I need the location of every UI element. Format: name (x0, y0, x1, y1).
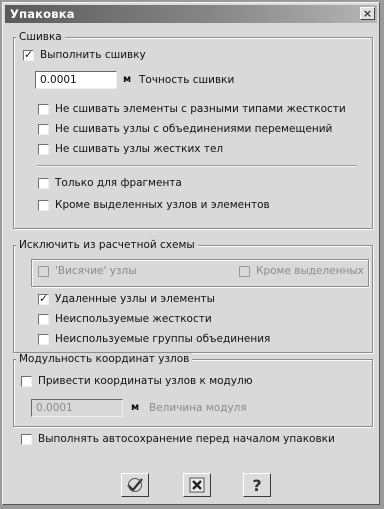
close-button[interactable]: × (360, 7, 375, 20)
hanging-except-selected-checkbox[interactable] (239, 265, 250, 277)
rigid-bodies-checkbox[interactable] (38, 143, 49, 155)
unused-groups-row[interactable]: Неиспользуемые группы объединения (38, 333, 270, 345)
stitching-legend: Сшивка (16, 31, 65, 43)
autosave-label: Выполнять автосохранение перед началом у… (38, 433, 335, 445)
bring-modulus-row[interactable]: Привести координаты узлов к модулю (21, 375, 253, 387)
unused-stiffness-label: Неиспользуемые жесткости (55, 313, 212, 325)
displacement-unions-label: Не сшивать узлы с объединениями перемеще… (55, 123, 333, 135)
hanging-except-selected-label: Кроме выделенных (256, 265, 364, 277)
rigid-bodies-label: Не сшивать узлы жестких тел (55, 143, 224, 155)
option-row-displacement-unions[interactable]: Не сшивать узлы с объединениями перемеще… (38, 123, 332, 135)
modulus-input[interactable]: 0.0001 (31, 399, 123, 417)
perform-stitching-label: Выполнить сшивку (40, 49, 146, 61)
tolerance-unit: м (123, 74, 132, 85)
unused-stiffness-row[interactable]: Неиспользуемые жесткости (38, 313, 212, 325)
autosave-row[interactable]: Выполнять автосохранение перед началом у… (21, 433, 335, 445)
help-button[interactable]: ? (243, 473, 271, 497)
displacement-unions-checkbox[interactable] (38, 123, 49, 135)
perform-stitching-row[interactable]: Выполнить сшивку (23, 48, 146, 61)
except-selected-label: Кроме выделенных узлов и элементов (55, 199, 270, 211)
bring-modulus-label: Привести координаты узлов к модулю (38, 375, 253, 387)
perform-stitching-checkbox[interactable] (23, 48, 34, 61)
question-icon: ? (252, 475, 262, 495)
option-row-rigid-bodies[interactable]: Не сшивать узлы жестких тел (38, 143, 223, 155)
deleted-elements-row[interactable]: Удаленные узлы и элементы (38, 292, 215, 305)
unused-groups-label: Неиспользуемые группы объединения (55, 333, 271, 345)
autosave-checkbox[interactable] (21, 433, 32, 445)
close-icon: × (362, 7, 373, 20)
stitching-separator (37, 165, 357, 167)
unused-stiffness-checkbox[interactable] (38, 313, 49, 325)
title-bar: Упаковка × (5, 5, 377, 23)
different-stiffness-label: Не сшивать элементы с разными типами жес… (55, 103, 346, 115)
tolerance-label: Точность сшивки (139, 74, 235, 86)
window-title: Упаковка (10, 7, 75, 21)
fragment-only-label: Только для фрагмента (55, 177, 182, 189)
deleted-elements-checkbox[interactable] (38, 292, 49, 305)
ok-button[interactable] (121, 473, 149, 497)
bring-modulus-checkbox[interactable] (21, 375, 32, 387)
hanging-nodes-checkbox[interactable] (38, 265, 49, 277)
cross-icon (189, 477, 205, 493)
fragment-only-row[interactable]: Только для фрагмента (38, 177, 182, 189)
modulus-value-label: Величина модуля (149, 402, 247, 414)
except-selected-checkbox[interactable] (38, 199, 49, 211)
exclude-legend: Исключить из расчетной схемы (16, 239, 198, 251)
cancel-button[interactable] (183, 473, 211, 497)
unused-groups-checkbox[interactable] (38, 333, 49, 345)
hanging-except-selected-row[interactable]: Кроме выделенных (239, 265, 364, 277)
different-stiffness-checkbox[interactable] (38, 103, 49, 115)
modulus-unit: м (131, 402, 140, 413)
hanging-nodes-row[interactable]: 'Висячие' узлы (38, 265, 137, 277)
check-icon (127, 478, 143, 492)
modulus-legend: Модульность координат узлов (16, 353, 193, 365)
except-selected-row[interactable]: Кроме выделенных узлов и элементов (38, 199, 270, 211)
hanging-nodes-label: 'Висячие' узлы (55, 265, 137, 277)
packing-dialog: Упаковка × Сшивка Выполнить сшивку 0.000… (2, 2, 380, 505)
tolerance-input[interactable]: 0.0001 (35, 71, 117, 89)
option-row-different-stiffness[interactable]: Не сшивать элементы с разными типами жес… (38, 103, 346, 115)
deleted-elements-label: Удаленные узлы и элементы (55, 293, 215, 305)
fragment-only-checkbox[interactable] (38, 177, 49, 189)
